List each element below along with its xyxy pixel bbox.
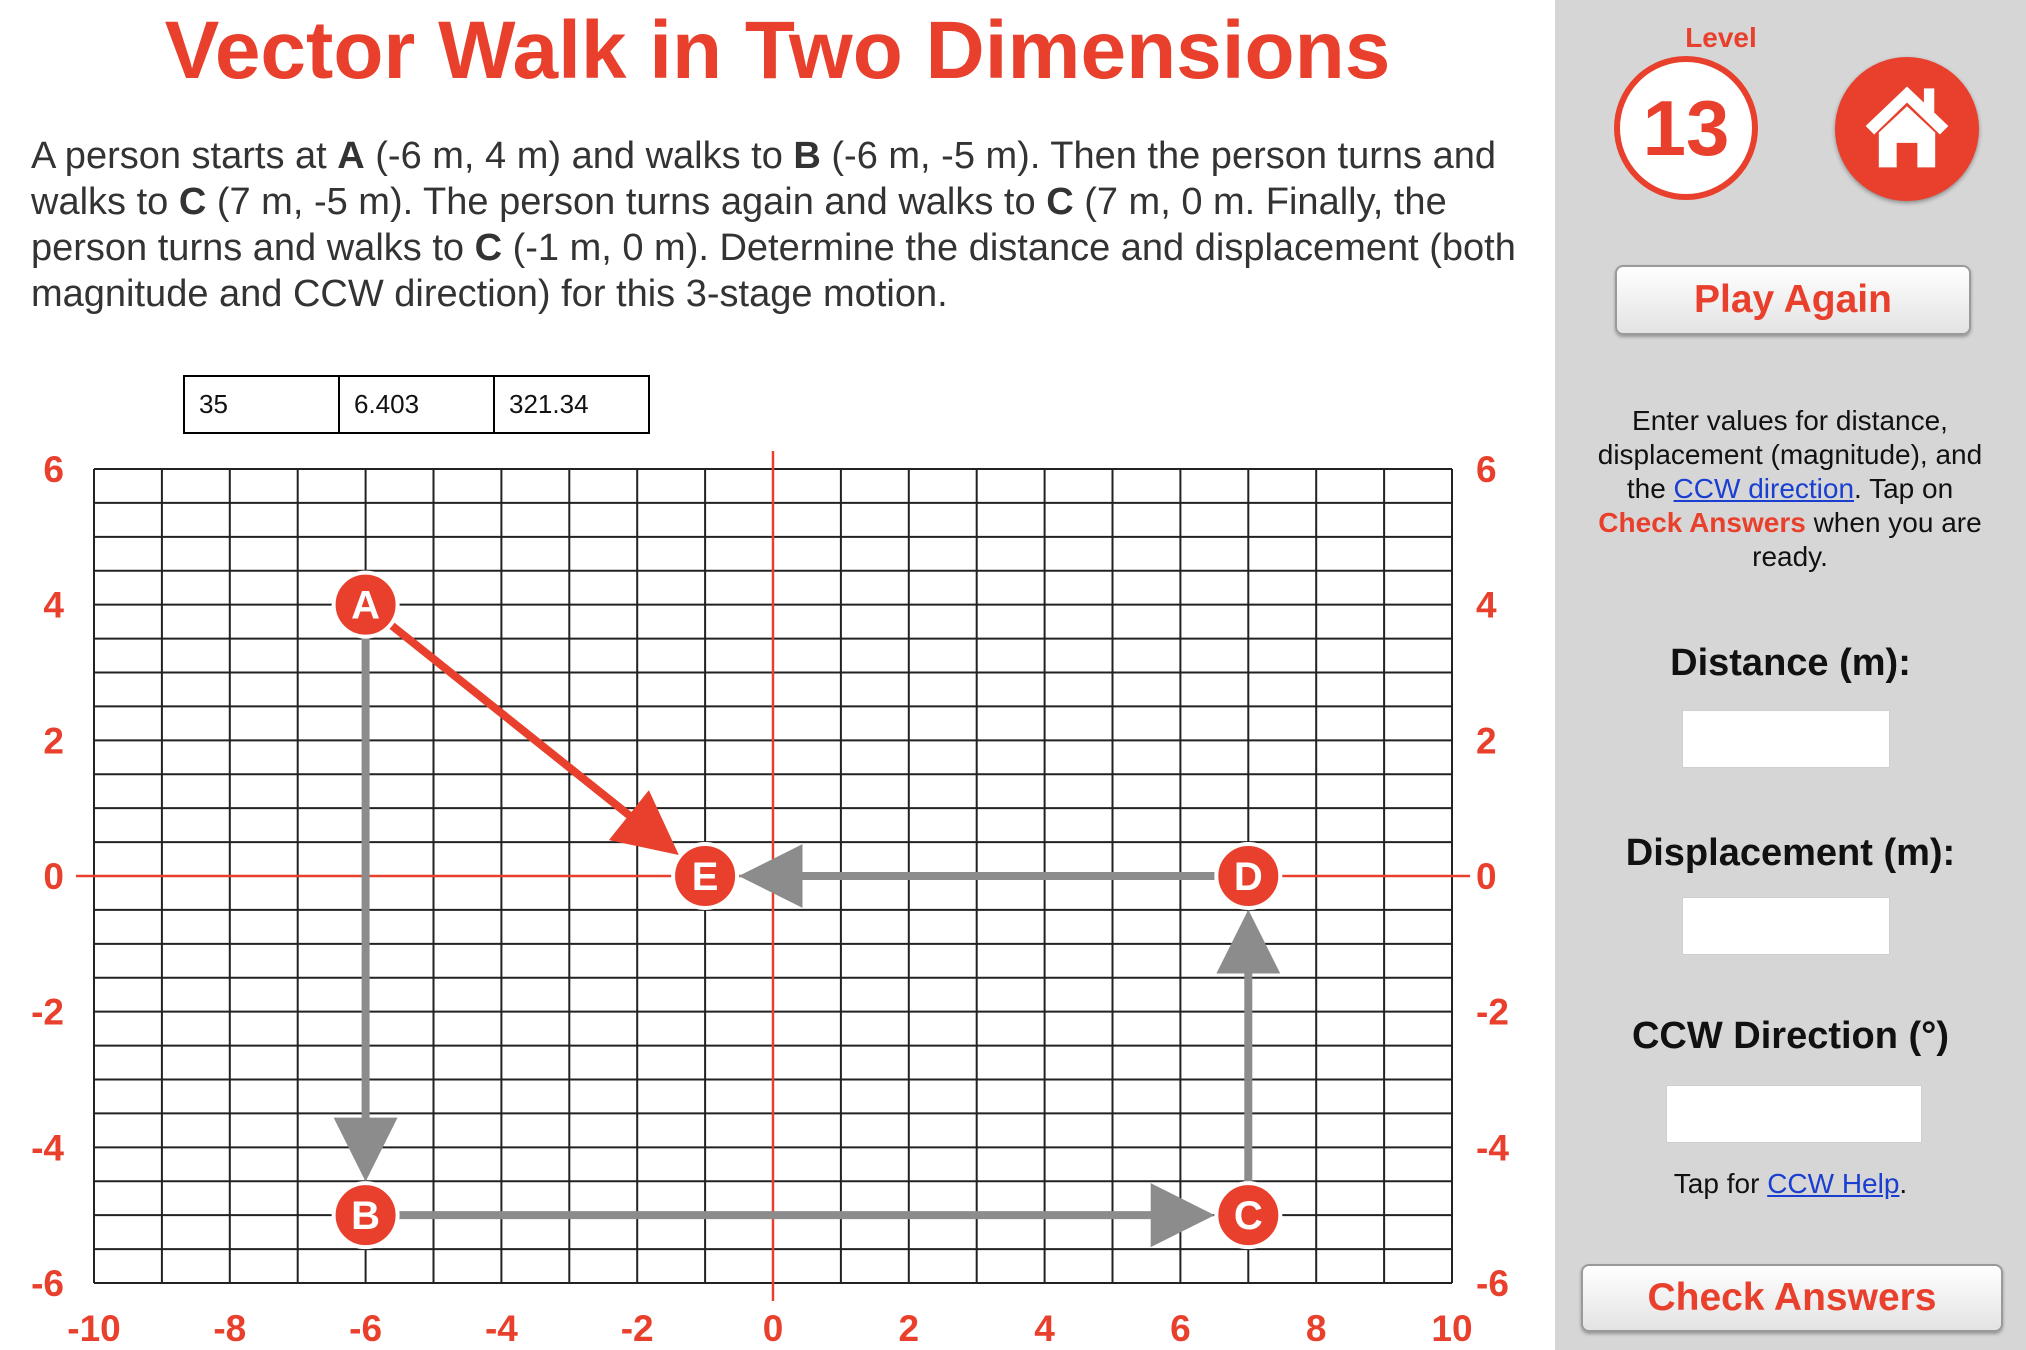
- y-tick-label-right: -4: [1476, 1127, 1509, 1168]
- x-tick-label: -2: [621, 1308, 654, 1349]
- displacement-vector: [363, 601, 679, 856]
- x-tick-label: 4: [1034, 1308, 1055, 1349]
- y-tick-label-right: -6: [1476, 1263, 1509, 1304]
- ccw-direction-link[interactable]: CCW direction: [1674, 473, 1854, 504]
- y-tick-label-right: 4: [1476, 585, 1497, 626]
- point-label: D: [1234, 855, 1263, 899]
- x-tick-label: 2: [899, 1308, 920, 1349]
- y-tick-label-left: 2: [43, 720, 64, 761]
- ccw-direction-label: CCW Direction (°): [1631, 1015, 1950, 1057]
- x-tick-label: 8: [1306, 1308, 1327, 1349]
- y-tick-label-left: -4: [31, 1127, 64, 1168]
- problem-text: A person starts at: [31, 135, 338, 177]
- home-button[interactable]: [1835, 57, 1979, 201]
- main-panel: Vector Walk in Two Dimensions A person s…: [0, 0, 1555, 1350]
- point-marker-d: D: [1214, 842, 1283, 910]
- x-tick-label: 6: [1170, 1308, 1191, 1349]
- entered-distance-cell: 35: [183, 375, 340, 434]
- ccw-direction-input[interactable]: [1666, 1085, 1922, 1143]
- x-tick-label: 0: [763, 1308, 784, 1349]
- y-tick-label-right: 2: [1476, 720, 1497, 761]
- page-title: Vector Walk in Two Dimensions: [164, 5, 1391, 96]
- y-tick-label-right: -2: [1476, 992, 1509, 1033]
- y-tick-label-left: 0: [43, 856, 64, 897]
- entered-displacement-cell: 6.403: [338, 375, 495, 434]
- y-tick-label-left: -2: [31, 992, 64, 1033]
- point-c-ref: C: [474, 227, 503, 269]
- point-b-ref: B: [793, 135, 821, 177]
- y-tick-label-left: 4: [43, 585, 64, 626]
- displacement-label: Displacement (m):: [1625, 832, 1956, 874]
- entered-direction-cell: 321.34: [493, 375, 650, 434]
- x-tick-label: -8: [213, 1308, 246, 1349]
- point-label: E: [692, 855, 719, 899]
- problem-statement: A person starts at A (-6 m, 4 m) and wal…: [31, 133, 1531, 317]
- ccw-help-line: Tap for CCW Help.: [1555, 1168, 2026, 1200]
- help-prefix: Tap for: [1673, 1168, 1768, 1199]
- level-badge: 13: [1614, 56, 1758, 200]
- point-marker-e: E: [671, 842, 740, 910]
- check-answers-button[interactable]: Check Answers: [1581, 1264, 2003, 1332]
- x-tick-label: 10: [1431, 1308, 1472, 1349]
- point-c-ref: C: [1046, 181, 1074, 223]
- point-a-ref: A: [337, 135, 365, 177]
- point-label: A: [351, 584, 380, 628]
- displacement-input[interactable]: [1682, 897, 1890, 955]
- x-tick-label: -4: [485, 1308, 518, 1349]
- x-tick-label: -6: [349, 1308, 382, 1349]
- entered-values-table: 35 6.403 321.34: [183, 375, 650, 434]
- problem-text: (-6 m, 4 m) and walks to: [364, 135, 794, 177]
- point-marker-b: B: [331, 1181, 400, 1250]
- distance-label: Distance (m):: [1670, 642, 1911, 684]
- point-marker-c: C: [1214, 1181, 1283, 1250]
- y-tick-label-left: -6: [31, 1263, 64, 1304]
- point-label: C: [1234, 1194, 1263, 1238]
- help-suffix: .: [1899, 1168, 1908, 1199]
- home-icon: [1865, 86, 1949, 168]
- problem-text: (7 m, -5 m). The person turns again and …: [206, 181, 1047, 223]
- coordinate-grid-chart: -10 -8 -6 -4 -2 0 2 4 6 8 10-6 -6-4 -4-2 -20 02 24 46 6 A…: [31, 449, 1509, 1349]
- y-tick-label-right: 6: [1476, 449, 1497, 490]
- play-again-button[interactable]: Play Again: [1615, 265, 1971, 335]
- sidebar: Level 13 Play Again Enter values for dis…: [1555, 0, 2026, 1350]
- distance-input[interactable]: [1682, 710, 1890, 768]
- y-tick-label-right: 0: [1476, 856, 1497, 897]
- level-label: Level: [1685, 22, 1757, 53]
- ccw-help-link[interactable]: CCW Help: [1767, 1168, 1899, 1199]
- y-tick-label-left: 6: [43, 449, 64, 490]
- point-marker-a: A: [331, 570, 400, 639]
- x-tick-label: -10: [67, 1308, 120, 1349]
- instructions-part: . Tap on: [1854, 473, 1954, 504]
- point-label: B: [351, 1194, 380, 1238]
- check-answers-highlight: Check Answers: [1598, 507, 1806, 538]
- point-c-ref: C: [178, 181, 207, 223]
- instructions-text: Enter values for distance, displacement …: [1585, 404, 1995, 574]
